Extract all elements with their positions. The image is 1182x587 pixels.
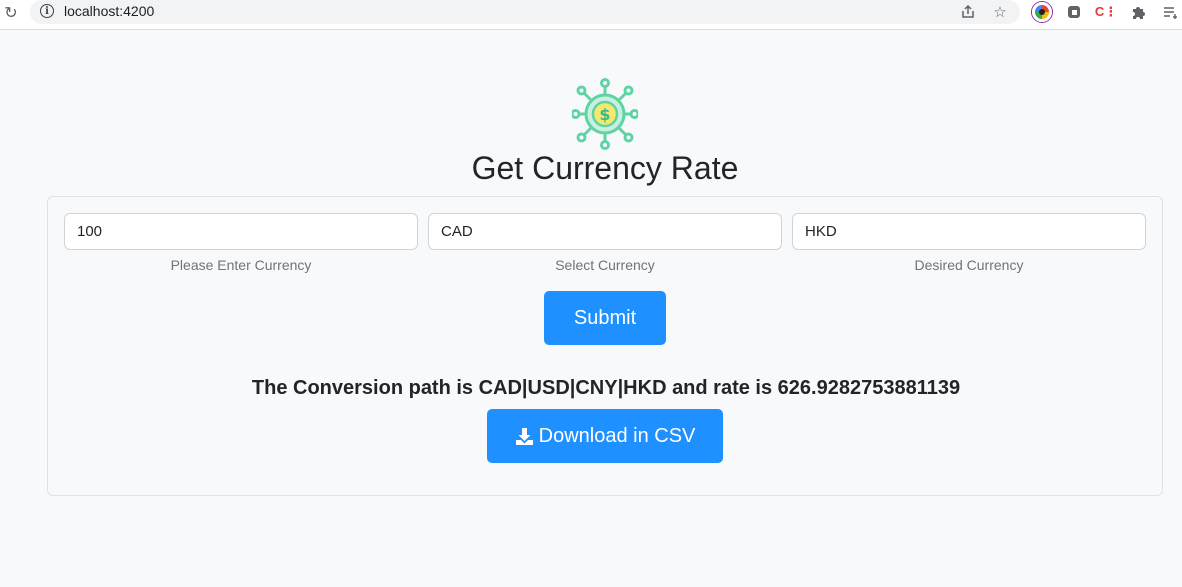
from-currency-help-text: Select Currency bbox=[555, 257, 655, 273]
c-extension-icon[interactable]: C⋮ bbox=[1095, 2, 1117, 22]
color-extension-icon[interactable] bbox=[1032, 2, 1052, 22]
reading-list-icon[interactable] bbox=[1160, 2, 1180, 22]
svg-text:$: $ bbox=[599, 105, 610, 124]
share-icon[interactable] bbox=[958, 2, 978, 22]
page-title: Get Currency Rate bbox=[471, 150, 739, 186]
currency-network-logo: $ bbox=[570, 78, 640, 150]
extension-icon[interactable] bbox=[1064, 2, 1084, 22]
download-csv-button[interactable]: Download in CSV bbox=[487, 409, 723, 463]
star-icon[interactable]: ☆ bbox=[990, 2, 1010, 22]
from-currency-select[interactable] bbox=[428, 213, 782, 250]
amount-input[interactable] bbox=[64, 213, 418, 250]
amount-help-text: Please Enter Currency bbox=[170, 257, 312, 273]
reload-icon[interactable]: ↻ bbox=[0, 2, 22, 24]
converter-card: Please Enter Currency Select Currency De… bbox=[47, 196, 1163, 496]
to-currency-help-text: Desired Currency bbox=[914, 257, 1024, 273]
url-text: localhost:4200 bbox=[64, 3, 155, 19]
puzzle-icon[interactable] bbox=[1128, 2, 1148, 22]
info-icon[interactable]: i bbox=[40, 4, 54, 18]
download-icon bbox=[515, 427, 534, 446]
conversion-result: The Conversion path is CAD|USD|CNY|HKD a… bbox=[251, 377, 961, 399]
to-currency-select[interactable] bbox=[792, 213, 1146, 250]
download-label: Download in CSV bbox=[538, 424, 696, 447]
browser-toolbar: ↻ i localhost:4200 ☆ C⋮ bbox=[0, 0, 1182, 30]
submit-button[interactable]: Submit bbox=[544, 291, 666, 345]
submit-label: Submit bbox=[573, 306, 637, 329]
address-bar[interactable]: i localhost:4200 ☆ bbox=[30, 0, 1020, 24]
